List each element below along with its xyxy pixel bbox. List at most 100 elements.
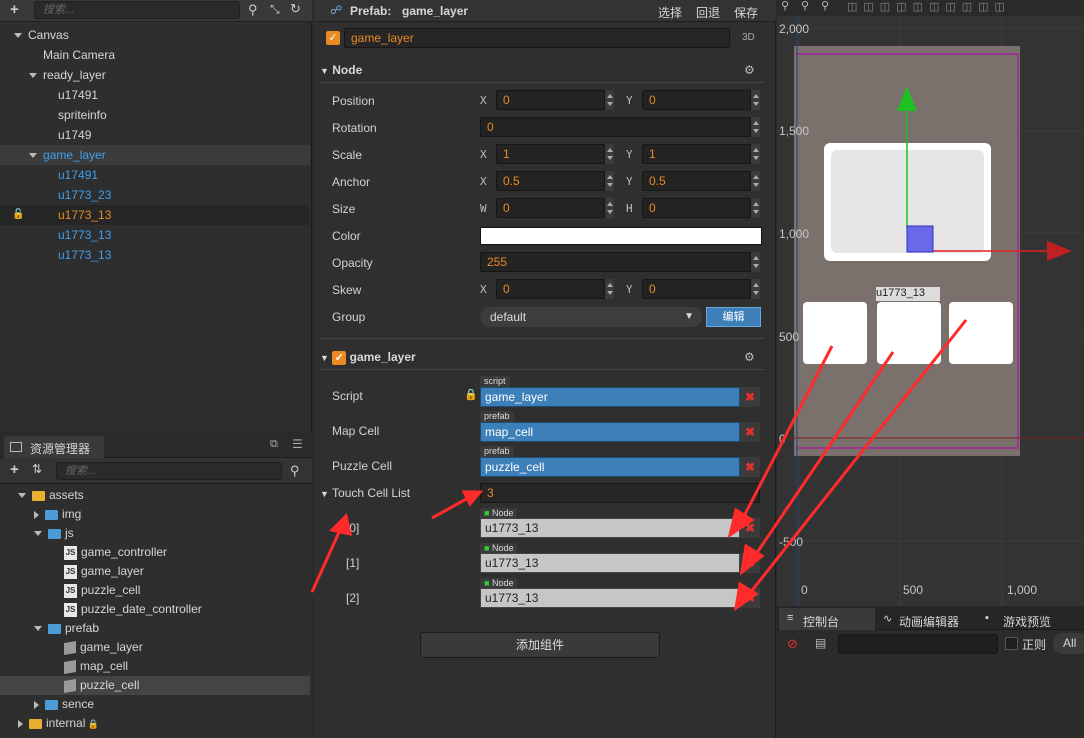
clear-touch-cell-1-button[interactable]: ✖ [740, 553, 760, 573]
node-section-header[interactable]: ▼ Node [320, 63, 362, 77]
menu-icon[interactable]: ☰ [292, 437, 303, 451]
stepper[interactable] [604, 171, 614, 191]
add-asset-icon[interactable]: + [10, 461, 19, 478]
stepper[interactable] [750, 117, 760, 137]
tree-node[interactable]: u1749 [0, 125, 310, 145]
save-button[interactable]: 保存 [734, 4, 758, 21]
asset-item[interactable]: JS puzzle_cell [0, 581, 310, 600]
asset-item[interactable]: JS game_controller [0, 543, 310, 562]
stepper[interactable] [750, 171, 760, 191]
zoom-in-icon[interactable]: ⚲ [781, 0, 789, 12]
tree-node[interactable]: u17491 [0, 165, 310, 185]
tree-node[interactable]: u1773_13 [0, 245, 310, 265]
stepper[interactable] [604, 144, 614, 164]
expand-arrow-icon[interactable] [18, 493, 26, 499]
touch-cell-2-field[interactable]: u1773_13 [480, 588, 740, 608]
asset-item[interactable]: JS game_layer [0, 562, 310, 581]
tree-node[interactable]: u17491 [0, 85, 310, 105]
skew-y-input[interactable]: 0 [642, 279, 760, 299]
clear-script-button[interactable]: ✖ [740, 387, 760, 407]
tree-node[interactable]: spriteinfo [0, 105, 310, 125]
node-name-input[interactable]: game_layer [344, 28, 730, 48]
stepper[interactable] [604, 198, 614, 218]
asset-item[interactable]: assets [0, 486, 310, 505]
expand-arrow-icon[interactable] [34, 700, 39, 709]
tree-node[interactable]: game_layer [0, 145, 310, 165]
tree-node[interactable]: ready_layer [0, 65, 310, 85]
position-y-input[interactable]: 0 [642, 90, 760, 110]
asset-item[interactable]: JS puzzle_date_controller [0, 600, 310, 619]
sort-icon[interactable]: ⇅ [32, 462, 42, 476]
scale-x-input[interactable]: 1 [496, 144, 614, 164]
opacity-input[interactable]: 255 [480, 252, 760, 272]
tab-console[interactable]: ≡ 控制台 [779, 608, 875, 630]
search-icon[interactable]: ⚲ [290, 463, 300, 479]
component-section-header[interactable]: ▼ ✓ game_layer [320, 350, 416, 365]
skew-x-input[interactable]: 0 [496, 279, 614, 299]
asset-item[interactable]: map_cell [0, 657, 310, 676]
refresh-icon[interactable]: ↻ [290, 1, 301, 17]
tree-node[interactable]: u1773_23 [0, 185, 310, 205]
puzzle-cell-left[interactable] [803, 302, 867, 364]
revert-button[interactable]: 回退 [696, 4, 720, 21]
expand-arrow-icon[interactable] [34, 510, 39, 519]
search-icon[interactable]: ⚲ [248, 2, 258, 18]
add-node-icon[interactable]: + [10, 1, 19, 18]
expand-arrow-icon[interactable] [29, 153, 37, 159]
align-tools-icon[interactable]: ◫◫◫◫◫◫◫◫◫◫ [847, 0, 1011, 13]
asset-item[interactable]: prefab [0, 619, 310, 638]
gear-icon[interactable]: ⚙ [744, 350, 755, 364]
stepper[interactable] [750, 144, 760, 164]
node-active-checkbox[interactable]: ✓ [326, 31, 340, 45]
transform-gizmo-center[interactable] [906, 225, 934, 253]
group-select[interactable]: default ▼ [480, 307, 702, 327]
regex-checkbox[interactable] [1005, 637, 1018, 650]
touch-cell-0-field[interactable]: u1773_13 [480, 518, 740, 538]
rotation-input[interactable]: 0 [480, 117, 760, 137]
unlock-icon[interactable]: 🔓 [12, 205, 24, 225]
touch-cell-count-input[interactable]: 3 [480, 483, 760, 503]
clear-map-cell-button[interactable]: ✖ [740, 422, 760, 442]
anchor-y-input[interactable]: 0.5 [642, 171, 760, 191]
select-button[interactable]: 选择 [658, 4, 682, 21]
asset-item[interactable]: game_layer [0, 638, 310, 657]
anchor-x-input[interactable]: 0.5 [496, 171, 614, 191]
puzzle-cell-middle[interactable] [877, 302, 941, 364]
tab-animation-editor[interactable]: ∿ 动画编辑器 [879, 608, 977, 630]
touch-cell-list-header[interactable]: ▼ Touch Cell List [320, 486, 410, 500]
color-swatch[interactable] [480, 227, 762, 245]
tree-node[interactable]: u1773_13 🔓 [0, 205, 310, 225]
map-cell-field[interactable]: map_cell [480, 422, 740, 442]
add-component-button[interactable]: 添加组件 [420, 632, 660, 658]
clear-touch-cell-0-button[interactable]: ✖ [740, 518, 760, 538]
tree-node[interactable]: Canvas [0, 25, 310, 45]
asset-item[interactable]: puzzle_cell [0, 676, 310, 695]
stepper[interactable] [750, 252, 760, 272]
stepper[interactable] [750, 279, 760, 299]
tab-game-preview[interactable]: ▪ 游戏预览 [983, 608, 1079, 630]
zoom-reset-icon[interactable]: ⚲ [821, 0, 829, 12]
asset-item[interactable]: img [0, 505, 310, 524]
stepper[interactable] [750, 90, 760, 110]
file-icon[interactable]: ▤ [815, 636, 826, 650]
gear-icon[interactable]: ⚙ [744, 63, 755, 77]
puzzle-cell-right[interactable] [949, 302, 1013, 364]
expand-arrow-icon[interactable] [14, 33, 22, 39]
assets-search-input[interactable]: 搜索... [56, 462, 282, 480]
component-enabled-checkbox[interactable]: ✓ [332, 350, 347, 365]
expand-arrow-icon[interactable] [18, 719, 23, 728]
expand-arrow-icon[interactable] [34, 626, 42, 632]
maximize-icon[interactable]: ⧉ [270, 438, 278, 451]
puzzle-cell-field[interactable]: puzzle_cell [480, 457, 740, 477]
stepper[interactable] [604, 90, 614, 110]
asset-item[interactable]: js [0, 524, 310, 543]
clear-touch-cell-2-button[interactable]: ✖ [740, 588, 760, 608]
expand-arrow-icon[interactable] [34, 531, 42, 537]
touch-cell-1-field[interactable]: u1773_13 [480, 553, 740, 573]
log-level-select[interactable]: All [1053, 633, 1084, 654]
group-edit-button[interactable]: 编辑 [706, 307, 761, 327]
x-arrow-head[interactable] [1047, 241, 1072, 261]
collapse-icon[interactable]: ⤡ [270, 2, 280, 17]
size-h-input[interactable]: 0 [642, 198, 760, 218]
expand-arrow-icon[interactable] [29, 73, 37, 79]
